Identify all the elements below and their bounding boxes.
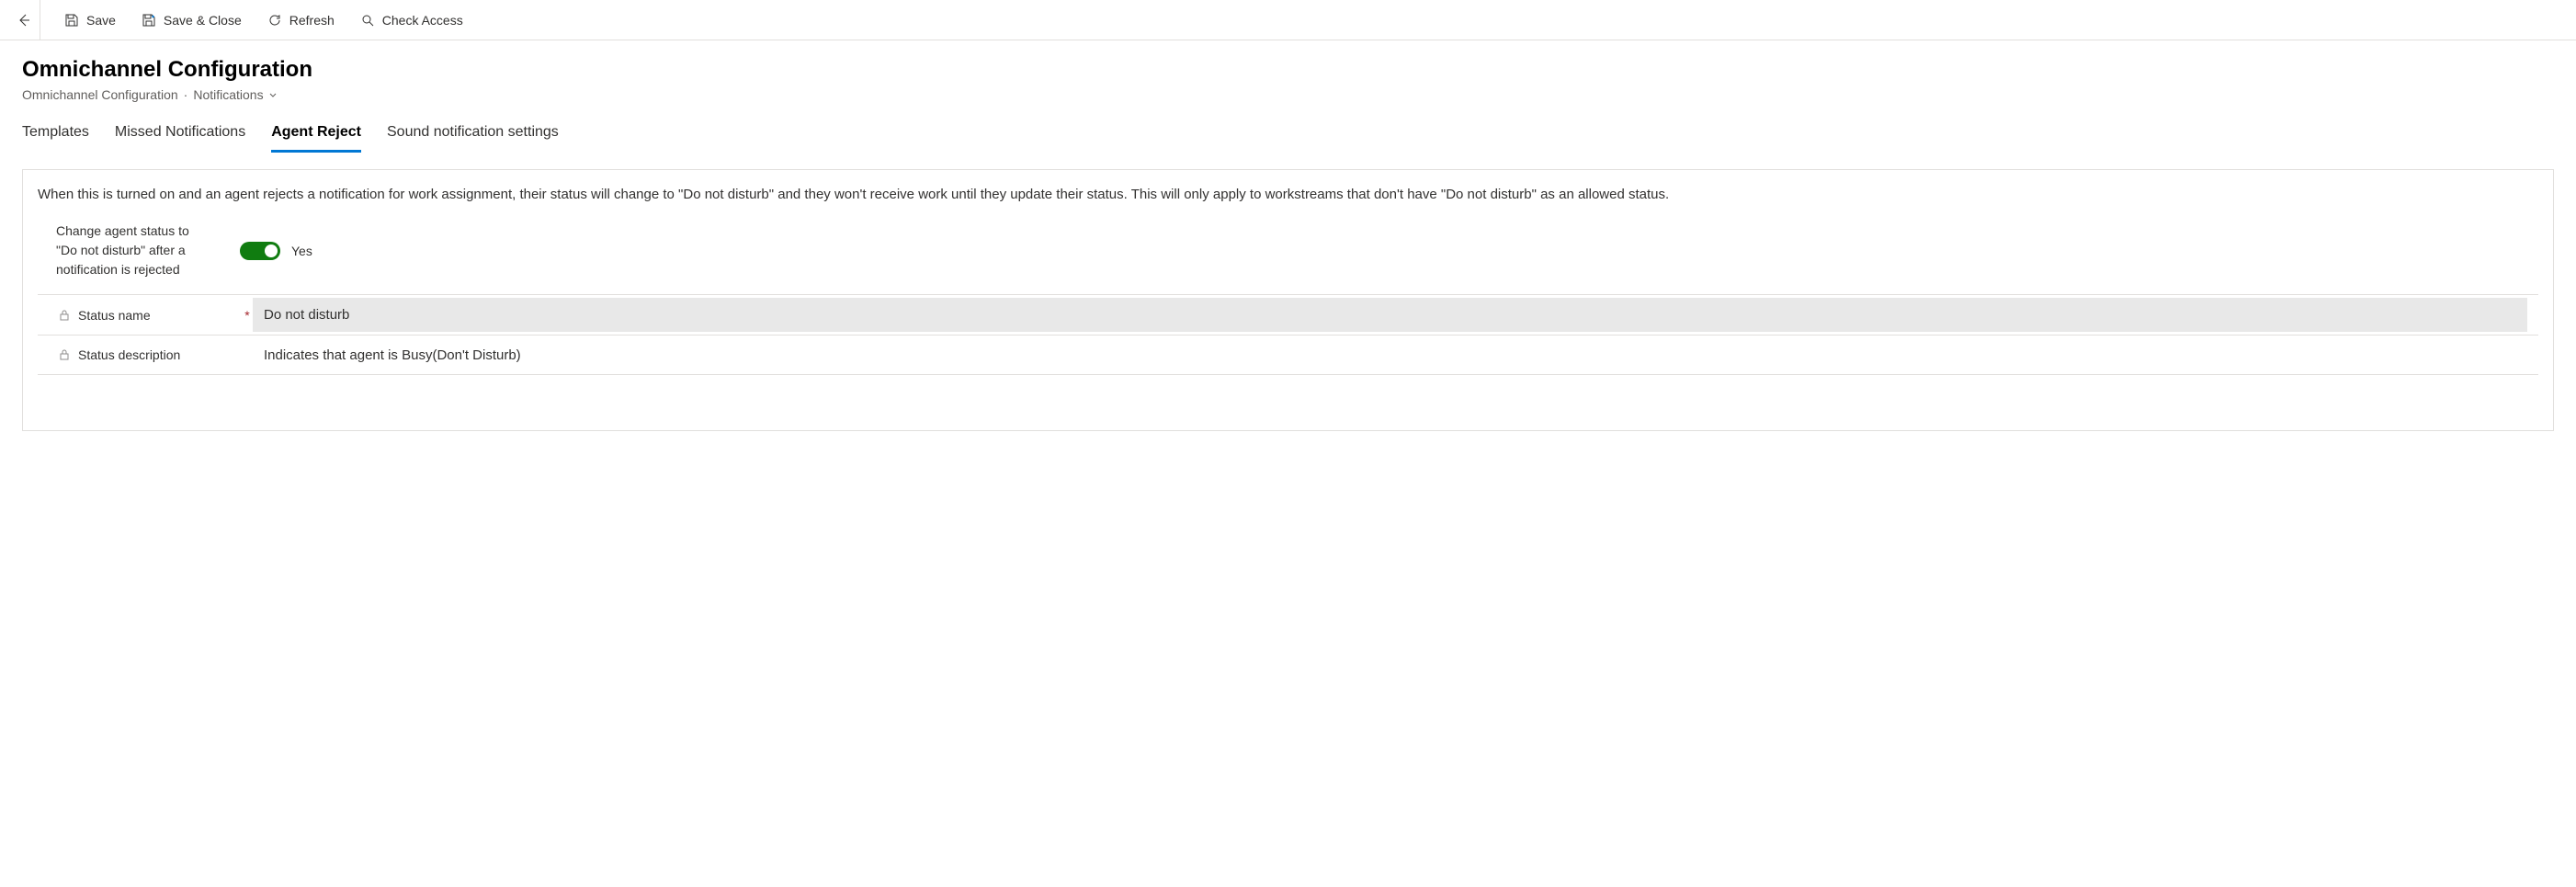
page-title: Omnichannel Configuration xyxy=(22,57,2554,84)
save-close-icon xyxy=(142,13,156,28)
tab-sound-notification-settings[interactable]: Sound notification settings xyxy=(387,124,559,153)
status-name-label: Status name xyxy=(78,308,151,323)
breadcrumb-entity: Omnichannel Configuration xyxy=(22,87,178,102)
save-button[interactable]: Save xyxy=(51,7,129,33)
save-icon xyxy=(64,13,79,28)
check-access-label: Check Access xyxy=(382,13,463,28)
toggle-value: Yes xyxy=(291,244,312,258)
refresh-icon xyxy=(267,13,282,28)
tab-templates[interactable]: Templates xyxy=(22,124,89,153)
lock-icon xyxy=(58,348,71,361)
toggle-row: Change agent status to "Do not disturb" … xyxy=(38,222,2538,294)
required-indicator: * xyxy=(242,308,253,323)
breadcrumb-view[interactable]: Notifications xyxy=(193,87,278,102)
toggle-label: Change agent status to "Do not disturb" … xyxy=(56,222,203,279)
command-bar: Save Save & Close Refresh Check Access xyxy=(0,0,2576,40)
arrow-left-icon xyxy=(17,13,31,28)
tabs: Templates Missed Notifications Agent Rej… xyxy=(0,102,2576,153)
field-status-description: Status description Indicates that agent … xyxy=(38,335,2538,375)
status-description-label: Status description xyxy=(78,347,180,362)
status-name-value: Do not disturb xyxy=(253,298,2527,332)
status-description-value: Indicates that agent is Busy(Don't Distu… xyxy=(253,338,2527,372)
save-label: Save xyxy=(86,13,116,28)
check-access-icon xyxy=(360,13,375,28)
refresh-label: Refresh xyxy=(289,13,335,28)
form-header: Omnichannel Configuration Omnichannel Co… xyxy=(0,40,2576,102)
section-description: When this is turned on and an agent reje… xyxy=(38,185,2538,206)
save-close-label: Save & Close xyxy=(164,13,242,28)
breadcrumb: Omnichannel Configuration · Notification… xyxy=(22,87,2554,102)
chevron-down-icon xyxy=(267,89,278,100)
breadcrumb-separator: · xyxy=(184,87,188,102)
section-panel: When this is turned on and an agent reje… xyxy=(22,169,2554,432)
refresh-button[interactable]: Refresh xyxy=(255,7,347,33)
lock-icon xyxy=(58,309,71,322)
field-status-name: Status name * Do not disturb xyxy=(38,294,2538,335)
save-close-button[interactable]: Save & Close xyxy=(129,7,255,33)
back-button[interactable] xyxy=(7,0,40,40)
check-access-button[interactable]: Check Access xyxy=(347,7,476,33)
tab-agent-reject[interactable]: Agent Reject xyxy=(271,124,361,153)
tab-missed-notifications[interactable]: Missed Notifications xyxy=(115,124,245,153)
toggle-switch[interactable] xyxy=(240,242,280,260)
